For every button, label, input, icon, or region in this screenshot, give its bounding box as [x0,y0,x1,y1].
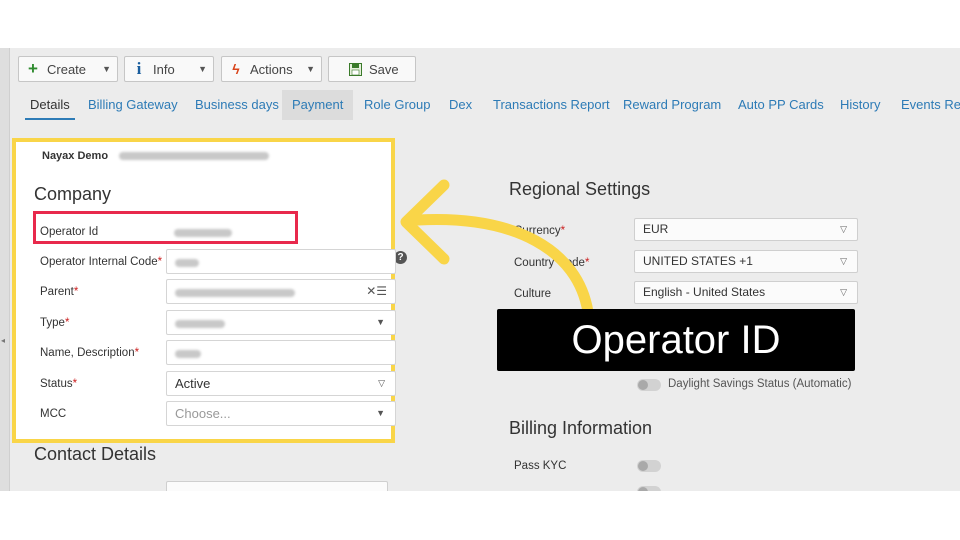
tab-auto-pp-cards[interactable]: Auto PP Cards [738,90,824,120]
operator-id-red-highlight [33,211,298,244]
tab-history[interactable]: History [840,90,880,120]
daylight-savings-label: Daylight Savings Status (Automatic) [668,378,852,390]
create-button[interactable]: + Create ▼ [18,56,118,82]
company-title: Company [34,184,112,204]
name-description-label: Name, Description* [40,347,140,359]
bolt-icon: ϟ [232,61,240,77]
chevron-down-icon: ▼ [376,317,385,327]
tab-events-report[interactable]: Events Rep [901,90,960,120]
dropdown-caret-icon: ▽ [378,378,385,388]
mcc-select[interactable]: Choose... ▼ [166,401,396,426]
tab-transactions-report[interactable]: Transactions Report [493,90,610,120]
currency-select[interactable]: EUR ▽ [634,218,858,241]
company-highlight-panel: Nayax Demo Company Operator Id Operator … [12,138,396,443]
operator-name-header: Nayax Demo [42,150,270,162]
culture-label: Culture [514,288,552,300]
tab-details[interactable]: Details [25,90,75,120]
operator-internal-code-label: Operator Internal Code* [40,256,163,268]
country-code-label: Country Code* [514,257,590,269]
type-select[interactable]: ▼ [166,310,396,335]
regional-settings-title: Regional Settings [509,179,651,199]
tab-billing-gateway[interactable]: Billing Gateway [88,90,178,120]
collapse-arrow-icon[interactable]: ◂ [1,336,5,345]
pass-kyc-toggle[interactable] [637,460,661,472]
clear-list-icon[interactable]: ✕☰ [366,280,387,303]
dropdown-caret-icon: ▽ [840,256,847,266]
tab-business-days[interactable]: Business days [195,90,279,120]
redacted-name [119,152,270,161]
operator-internal-code-input[interactable] [166,249,396,274]
tutorial-screenshot: ◂ + Create ▼ i Info ▼ ϟ Actions ▼ Save D… [0,0,960,540]
chevron-down-icon: ▼ [376,408,385,418]
country-code-select[interactable]: UNITED STATES +1 ▽ [634,250,858,273]
currency-label: Currency* [514,225,566,237]
actions-label: Actions [250,61,293,77]
info-label: Info [153,61,175,77]
plus-icon: + [28,59,38,78]
save-button[interactable]: Save [328,56,416,82]
type-label: Type* [40,317,70,329]
actions-button[interactable]: ϟ Actions ▼ [221,56,322,82]
name-description-input[interactable] [166,340,396,365]
create-label: Create [47,61,87,77]
chevron-down-icon: ▼ [102,64,111,74]
parent-input[interactable]: ✕☰ [166,279,396,304]
tab-dex[interactable]: Dex [449,90,472,120]
floppy-icon [347,62,363,76]
info-icon: i [136,59,142,78]
tab-reward-program[interactable]: Reward Program [623,90,721,120]
billing-information-title: Billing Information [509,418,653,438]
mcc-label: MCC [40,408,67,420]
status-label: Status* [40,378,78,390]
culture-select[interactable]: English - United States ▽ [634,281,858,304]
dropdown-caret-icon: ▽ [840,287,847,297]
operator-id-callout: Operator ID [497,309,855,371]
info-button[interactable]: i Info ▼ [124,56,214,82]
tab-bar: Details Billing Gateway Business days Pa… [18,90,960,120]
chevron-down-icon: ▼ [306,64,315,74]
billing-toggle-2[interactable] [637,486,661,491]
tab-payment[interactable]: Payment [282,90,354,120]
save-label: Save [369,61,399,77]
parent-label: Parent* [40,286,79,298]
dropdown-caret-icon: ▽ [840,224,847,234]
status-select[interactable]: Active ▽ [166,371,396,396]
contact-details-title: Contact Details [34,444,157,464]
left-collapse-bar[interactable]: ◂ [0,48,10,491]
pass-kyc-label: Pass KYC [514,460,567,472]
chevron-down-icon: ▼ [198,64,207,74]
daylight-savings-toggle[interactable] [637,379,661,391]
contact-field[interactable] [166,481,388,491]
tab-role-group[interactable]: Role Group [364,90,430,120]
